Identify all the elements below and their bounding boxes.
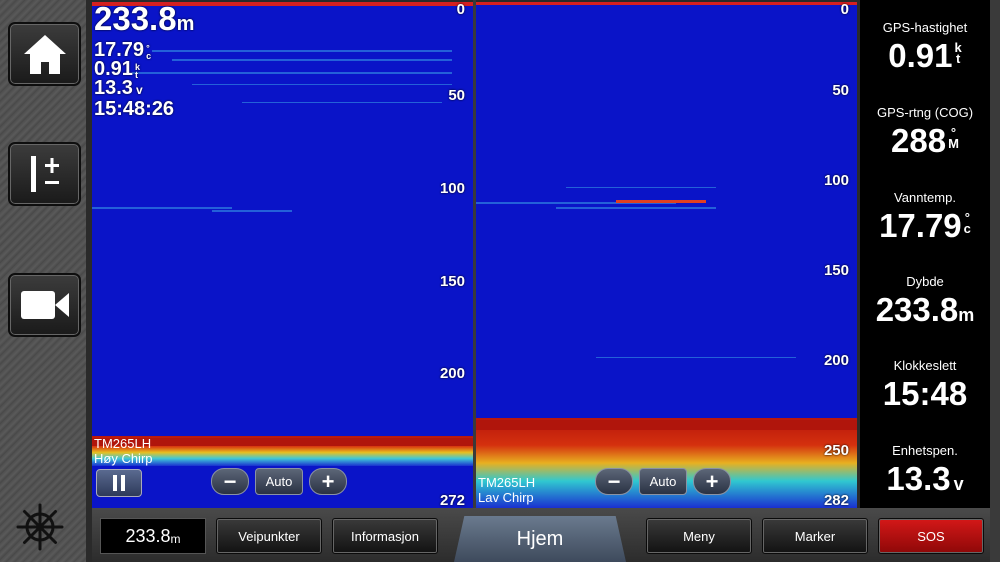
zoom-out-button[interactable]: − — [595, 468, 633, 495]
pause-button[interactable] — [96, 469, 142, 497]
sonar-mode: Høy Chirp — [94, 451, 153, 466]
depth-scale-label: 50 — [832, 82, 849, 99]
pause-icon — [113, 475, 125, 491]
zoom-in-button[interactable]: + — [693, 468, 731, 495]
home-icon — [23, 35, 66, 74]
sonar-pane-high-chirp[interactable]: 233.8m 17.79 ° c 0.91 k t 13.3 v 15:48:26 0 5… — [92, 2, 473, 508]
zoom-controls: − Auto + — [211, 468, 347, 495]
depth-scale-label: 282 — [823, 492, 849, 508]
transducer-model: TM265LH — [478, 475, 536, 490]
depth-readout: 233.8 m — [100, 518, 206, 554]
information-button[interactable]: Informasjon — [332, 518, 438, 554]
sonar-mode: Lav Chirp — [478, 490, 534, 505]
depth-scale-label: 250 — [823, 442, 849, 459]
field-gps-cog: GPS-rtng (COG) 288 ° M — [876, 105, 974, 159]
zoom-out-button[interactable]: − — [211, 468, 249, 495]
depth-scale-label: 150 — [823, 262, 849, 279]
right-edge — [990, 0, 1000, 562]
plus-icon: + — [321, 468, 335, 494]
data-fields-panel[interactable]: GPS-hastighet 0.91 k t GPS-rtng (COG) 288 °… — [860, 0, 990, 508]
overlay-depth: 233.8m — [94, 2, 195, 37]
minus-icon: − — [607, 468, 621, 494]
depth-scale-label: 50 — [448, 87, 465, 104]
home-button[interactable] — [8, 22, 81, 86]
bottom-bar: 233.8 m Veipunkter Informasjon Hjem Meny … — [92, 508, 990, 562]
sonar-pane-low-chirp[interactable]: 0 50 100 150 200 250 282 TM265LH Lav Chi… — [476, 2, 857, 508]
sos-button[interactable]: SOS — [878, 518, 984, 554]
depth-scale-label: 100 — [439, 180, 465, 197]
depth-scale-label: 0 — [840, 2, 849, 18]
field-water-temp: Vanntemp. 17.79 ° c — [879, 190, 971, 244]
left-sidebar — [0, 0, 86, 562]
field-depth: Dybde 233.8m — [875, 274, 975, 328]
camera-icon — [20, 291, 69, 319]
sonar-data-overlay: 233.8m 17.79 ° c 0.91 k t 13.3 v 15:48:26 — [94, 2, 194, 119]
overlay-time: 15:48:26 — [94, 98, 175, 120]
depth-scale-label: 0 — [456, 2, 465, 18]
transducer-info: TM265LH Høy Chirp — [94, 436, 153, 466]
depth-scale-label: 150 — [439, 273, 465, 290]
zoom-range-button[interactable] — [8, 142, 81, 206]
waypoints-button[interactable]: Veipunkter — [216, 518, 322, 554]
camera-button[interactable] — [8, 273, 81, 337]
zoom-controls: − Auto + — [595, 468, 731, 495]
overlay-voltage: 13.3 v — [94, 77, 143, 99]
depth-scale-label: 272 — [439, 492, 465, 508]
zoom-range-icon — [30, 156, 59, 192]
transducer-model: TM265LH — [94, 436, 152, 451]
depth-scale-label: 200 — [823, 352, 849, 369]
field-gps-speed: GPS-hastighet 0.91 k t — [882, 20, 968, 74]
sonar-echo-image — [476, 2, 857, 508]
depth-scale-label: 100 — [823, 172, 849, 189]
zoom-in-button[interactable]: + — [309, 468, 347, 495]
plus-icon: + — [705, 468, 719, 494]
marker-button[interactable]: Marker — [762, 518, 868, 554]
depth-scale-label: 200 — [439, 365, 465, 382]
menu-button[interactable]: Meny — [646, 518, 752, 554]
helm-icon[interactable] — [15, 502, 65, 552]
auto-range-button[interactable]: Auto — [255, 468, 303, 495]
home-tab[interactable]: Hjem — [454, 516, 626, 562]
auto-range-button[interactable]: Auto — [639, 468, 687, 495]
field-voltage: Enhetspen. 13.3 v — [886, 443, 964, 497]
field-clock: Klokkeslett 15:48 — [882, 358, 968, 412]
transducer-info: TM265LH Lav Chirp — [478, 475, 535, 505]
minus-icon: − — [223, 468, 237, 494]
